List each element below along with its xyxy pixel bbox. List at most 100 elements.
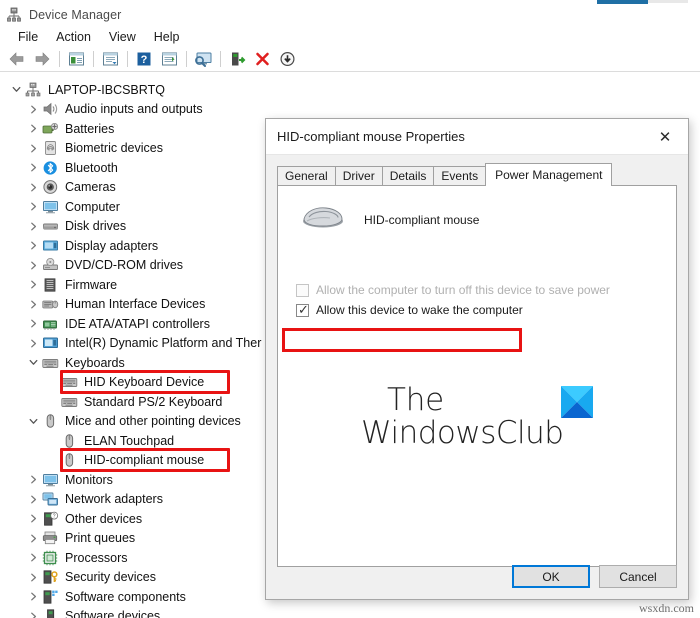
allow-wake-computer-label: Allow this device to wake the computer <box>316 303 523 317</box>
chevron-right-icon[interactable] <box>25 179 41 195</box>
chevron-right-icon[interactable] <box>25 101 41 117</box>
tree-item-label: Batteries <box>65 121 115 136</box>
chevron-right-icon[interactable] <box>25 160 41 176</box>
chevron-right-icon[interactable] <box>25 296 41 312</box>
forward-button[interactable] <box>30 48 54 70</box>
toolbar-separator <box>59 51 60 67</box>
device-manager-screen: Device Manager File Action View Help ? L… <box>0 0 700 618</box>
power-management-panel: HID-compliant mouse Allow the computer t… <box>277 185 677 567</box>
firmware-chip-icon <box>41 277 60 293</box>
unknown-device-icon: ? <box>41 511 60 527</box>
allow-wake-computer-checkbox-row[interactable]: ✓ Allow this device to wake the computer <box>296 303 662 317</box>
chevron-right-icon[interactable] <box>25 121 41 137</box>
allow-turn-off-device-checkbox[interactable] <box>296 283 309 297</box>
tab-events[interactable]: Events <box>433 166 487 185</box>
software-component-icon <box>41 589 60 605</box>
tree-item-label: Mice and other pointing devices <box>65 414 241 428</box>
software-device-icon <box>41 608 60 618</box>
menu-bar: File Action View Help <box>0 26 700 47</box>
chevron-right-icon[interactable] <box>25 140 41 156</box>
device-manager-icon <box>6 7 22 23</box>
chevron-down-icon[interactable] <box>25 413 41 429</box>
close-icon[interactable]: ✕ <box>642 119 688 154</box>
tree-item-label: HID Keyboard Device <box>84 375 205 389</box>
page-top-grey-stub <box>648 0 688 3</box>
tree-item-label: Print queues <box>65 531 136 545</box>
toolbar-separator <box>93 51 94 67</box>
enable-device-button[interactable] <box>225 48 249 70</box>
tree-item-label: Cameras <box>65 180 116 194</box>
chevron-right-icon[interactable] <box>25 608 41 618</box>
chevron-down-icon[interactable] <box>25 355 41 371</box>
dialog-body: General Driver Details Events Power Mana… <box>266 155 688 599</box>
security-device-icon <box>41 569 60 585</box>
chevron-right-icon[interactable] <box>25 316 41 332</box>
optical-drive-icon <box>41 257 60 273</box>
dialog-tabstrip: General Driver Details Events Power Mana… <box>277 163 677 186</box>
allow-turn-off-device-checkbox-row[interactable]: Allow the computer to turn off this devi… <box>296 283 662 297</box>
chevron-right-icon[interactable] <box>25 589 41 605</box>
chevron-right-icon[interactable] <box>25 335 41 351</box>
tab-details[interactable]: Details <box>381 166 435 185</box>
chevron-right-icon[interactable] <box>25 569 41 585</box>
chevron-right-icon[interactable] <box>25 277 41 293</box>
chevron-right-icon[interactable] <box>25 257 41 273</box>
allow-wake-computer-checkbox[interactable]: ✓ <box>296 303 309 317</box>
chevron-down-icon[interactable] <box>8 82 24 98</box>
ide-controller-icon <box>41 316 60 332</box>
disk-drive-icon <box>41 218 60 234</box>
chevron-right-icon[interactable] <box>25 218 41 234</box>
tree-item-label: Display adapters <box>65 238 159 253</box>
tree-item-label: Processors <box>65 550 128 565</box>
chevron-right-icon[interactable] <box>25 199 41 215</box>
update-driver-button[interactable] <box>98 48 122 70</box>
computer-root-icon <box>24 82 43 98</box>
monitor-icon <box>41 199 60 215</box>
cancel-button[interactable]: Cancel <box>599 565 677 588</box>
uninstall-device-button[interactable] <box>250 48 274 70</box>
tree-item-software-devices[interactable]: Software devices <box>0 607 700 618</box>
show-hidden-devices-button[interactable] <box>157 48 181 70</box>
chevron-right-icon[interactable] <box>25 238 41 254</box>
menu-help[interactable]: Help <box>145 29 189 45</box>
help-button[interactable]: ? <box>132 48 156 70</box>
tree-item-label: DVD/CD-ROM drives <box>65 258 184 272</box>
hid-icon <box>41 296 60 312</box>
chevron-right-icon[interactable] <box>25 530 41 546</box>
keyboard-icon <box>60 374 79 390</box>
menu-file[interactable]: File <box>9 29 47 45</box>
chevron-right-icon[interactable] <box>25 550 41 566</box>
tree-item-label: Software devices <box>65 609 161 618</box>
chevron-right-icon[interactable] <box>25 511 41 527</box>
window-titlebar: Device Manager <box>0 4 700 26</box>
toolbar: ? <box>0 47 700 72</box>
scan-for-hardware-changes-button[interactable] <box>191 48 215 70</box>
tree-item-label: Other devices <box>65 511 143 526</box>
display-adapter-icon <box>41 238 60 254</box>
tree-item-laptop-ibcsbrtq[interactable]: LAPTOP-IBCSBRTQ <box>0 80 700 100</box>
chevron-right-icon[interactable] <box>25 491 41 507</box>
window-title: Device Manager <box>29 8 122 22</box>
camera-icon <box>41 179 60 195</box>
ok-button[interactable]: OK <box>512 565 590 588</box>
tree-item-label: Disk drives <box>65 219 127 233</box>
menu-view[interactable]: View <box>100 29 145 45</box>
tree-item-label: Network adapters <box>65 492 163 506</box>
back-button[interactable] <box>5 48 29 70</box>
wake-checkbox-highlight <box>282 328 522 352</box>
chevron-right-icon[interactable] <box>25 472 41 488</box>
properties-button[interactable] <box>64 48 88 70</box>
windowsclub-logo-mark <box>561 386 593 418</box>
tab-driver[interactable]: Driver <box>334 166 383 185</box>
tree-item-label: Human Interface Devices <box>65 297 206 311</box>
device-name-label: HID-compliant mouse <box>364 212 480 227</box>
tree-item-label: LAPTOP-IBCSBRTQ <box>48 82 165 97</box>
tab-power-management[interactable]: Power Management <box>485 163 613 186</box>
update-driver-software-button[interactable] <box>275 48 299 70</box>
tab-general[interactable]: General <box>277 166 336 185</box>
toolbar-separator <box>220 51 221 67</box>
tree-item-label: Computer <box>65 199 120 214</box>
tree-item-audio-inputs-and-outputs[interactable]: Audio inputs and outputs <box>0 100 700 120</box>
device-header: HID-compliant mouse <box>300 204 662 235</box>
menu-action[interactable]: Action <box>47 29 100 45</box>
